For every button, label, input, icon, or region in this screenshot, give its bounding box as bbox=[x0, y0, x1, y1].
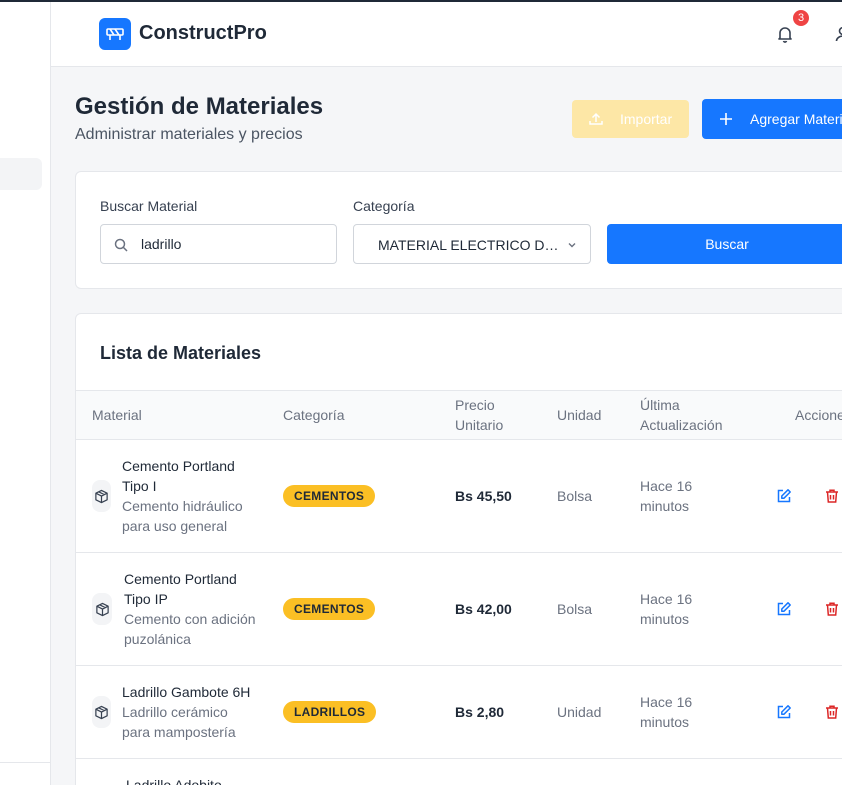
sidebar-divider bbox=[0, 762, 51, 763]
brand-name[interactable]: ConstructPro bbox=[139, 22, 267, 45]
edit-icon[interactable] bbox=[776, 704, 792, 720]
unit-price: Bs 45,50 bbox=[455, 488, 512, 504]
material-description: Cemento hidráulico para uso general bbox=[122, 498, 243, 534]
table-row[interactable]: Cemento Portland Tipo I Cemento hidráuli… bbox=[76, 440, 842, 553]
search-icon bbox=[114, 238, 128, 252]
bell-icon[interactable] bbox=[775, 24, 795, 44]
package-icon bbox=[92, 593, 112, 625]
import-button[interactable]: Importar bbox=[572, 100, 689, 138]
unit-price: Bs 42,00 bbox=[455, 601, 512, 617]
unit-price: Bs 2,80 bbox=[455, 704, 505, 720]
user-icon[interactable] bbox=[833, 24, 842, 44]
add-material-button[interactable]: Agregar Material bbox=[702, 99, 842, 139]
table-header: Material Categoría Precio Unitario Unida… bbox=[76, 390, 842, 440]
col-unit[interactable]: Unidad bbox=[557, 405, 601, 425]
edit-icon[interactable] bbox=[776, 488, 792, 504]
table-row[interactable]: Cemento Portland Tipo IP Cemento con adi… bbox=[76, 553, 842, 666]
sidebar bbox=[0, 2, 51, 785]
category-badge: LADRILLOS bbox=[283, 701, 377, 723]
plus-icon bbox=[720, 113, 732, 125]
app-header: ConstructPro 3 bbox=[51, 2, 842, 67]
material-description: Ladrillo cerámico para mampostería bbox=[122, 704, 236, 740]
add-material-button-label: Agregar Material bbox=[750, 111, 842, 127]
package-icon bbox=[92, 696, 111, 728]
notification-badge: 3 bbox=[793, 10, 809, 26]
unit: Bolsa bbox=[557, 488, 593, 504]
page-subtitle: Administrar materiales y precios bbox=[75, 126, 303, 143]
category-select-value: MATERIAL ELECTRICO DOMICILIARIO bbox=[378, 237, 560, 253]
category-badge: CEMENTOS bbox=[283, 598, 376, 620]
package-icon bbox=[92, 480, 111, 512]
material-name: Ladrillo Adobito bbox=[126, 777, 222, 785]
list-title: Lista de Materiales bbox=[100, 343, 262, 363]
page-title: Gestión de Materiales bbox=[75, 93, 324, 120]
col-material[interactable]: Material bbox=[92, 405, 142, 425]
sidebar-item-active[interactable] bbox=[0, 158, 42, 190]
table-row[interactable]: Ladrillo Adobito bbox=[76, 759, 842, 785]
trash-icon[interactable] bbox=[824, 601, 840, 617]
search-input[interactable] bbox=[141, 234, 326, 254]
barrier-icon bbox=[106, 28, 124, 40]
chevron-down-icon bbox=[568, 243, 576, 248]
material-name: Ladrillo Gambote 6H bbox=[122, 684, 251, 700]
trash-icon[interactable] bbox=[824, 488, 840, 504]
search-button[interactable]: Buscar bbox=[607, 224, 842, 264]
search-label: Buscar Material bbox=[100, 198, 198, 214]
unit: Unidad bbox=[557, 704, 602, 720]
import-button-label: Importar bbox=[620, 111, 673, 127]
col-category[interactable]: Categoría bbox=[283, 405, 344, 425]
upload-icon bbox=[589, 112, 603, 125]
table-row[interactable]: Ladrillo Gambote 6H Ladrillo cerámico pa… bbox=[76, 666, 842, 759]
last-updated: Hace 16 minutos bbox=[640, 591, 693, 627]
last-updated: Hace 16 minutos bbox=[640, 694, 693, 730]
col-actions: Acciones bbox=[795, 407, 842, 423]
search-field[interactable] bbox=[100, 224, 337, 264]
col-updated[interactable]: Última Actualización bbox=[640, 395, 740, 435]
trash-icon[interactable] bbox=[824, 704, 840, 720]
material-name: Cemento Portland Tipo I bbox=[122, 458, 235, 494]
unit: Bolsa bbox=[557, 601, 593, 617]
category-badge: CEMENTOS bbox=[283, 485, 376, 507]
category-label: Categoría bbox=[353, 198, 415, 214]
edit-icon[interactable] bbox=[776, 601, 792, 617]
logo[interactable] bbox=[99, 18, 131, 50]
col-price[interactable]: Precio Unitario bbox=[455, 395, 515, 435]
last-updated: Hace 16 minutos bbox=[640, 478, 693, 514]
material-name: Cemento Portland Tipo IP bbox=[124, 571, 237, 607]
material-description: Cemento con adición puzolánica bbox=[124, 611, 256, 647]
category-select[interactable]: MATERIAL ELECTRICO DOMICILIARIO bbox=[353, 224, 591, 264]
